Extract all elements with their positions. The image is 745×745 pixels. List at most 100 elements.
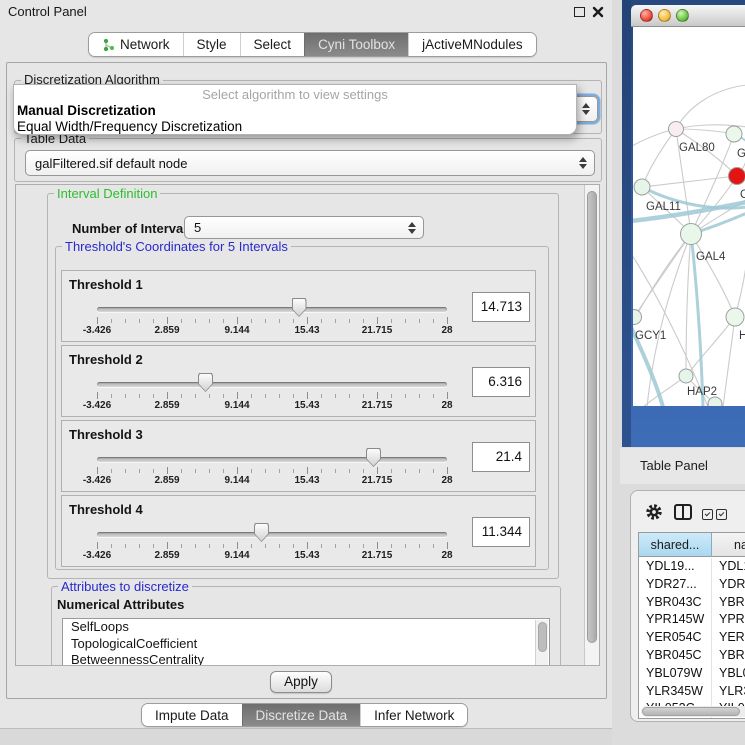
table-row[interactable]: YER054CYER0 [639, 629, 745, 647]
slider-tick [237, 542, 238, 549]
table-row[interactable]: YDL19...YDL1 [639, 558, 745, 576]
slider-track[interactable] [97, 307, 447, 312]
threshold-value-field[interactable]: 21.4 [472, 442, 530, 472]
threshold-value-field[interactable]: 11.344 [472, 517, 530, 547]
slider-tick [447, 317, 448, 324]
cell-shared-name: YBR043C [639, 594, 712, 612]
slider-track[interactable] [97, 532, 447, 537]
threshold-value-field[interactable]: 14.713 [472, 292, 530, 322]
cell-name: YBL0 [712, 665, 745, 683]
tab-cyni-toolbox[interactable]: Cyni Toolbox [304, 33, 408, 56]
tab-infer-network[interactable]: Infer Network [360, 704, 467, 726]
slider-tick [391, 394, 392, 398]
tab-label: Impute Data [155, 704, 229, 727]
slider-tick [419, 544, 420, 548]
graph-node[interactable] [634, 179, 650, 195]
zoom-traffic-light[interactable] [676, 9, 689, 22]
column-header-name[interactable]: na [712, 533, 745, 557]
slider-tick [405, 544, 406, 548]
list-item-topologicalcoefficient[interactable]: TopologicalCoefficient [63, 636, 549, 653]
graph-node[interactable] [681, 224, 702, 245]
split-view-icon[interactable] [674, 504, 692, 520]
slider-tick [293, 469, 294, 473]
table-row[interactable]: YBR043CYBR0 [639, 594, 745, 612]
network-window-titlebar[interactable] [631, 5, 745, 27]
table-row[interactable]: YPR145WYPR1 [639, 611, 745, 629]
graph-edge [633, 252, 708, 406]
checkbox-icon[interactable] [702, 509, 713, 520]
vertical-scrollbar-thumb[interactable] [587, 191, 597, 643]
horizontal-scrollbar-thumb[interactable] [642, 707, 740, 716]
list-scrollbar[interactable] [535, 620, 548, 666]
graph-node[interactable] [679, 369, 693, 383]
graph-node[interactable] [729, 168, 745, 185]
graph-node[interactable] [633, 310, 642, 325]
list-scrollbar-thumb[interactable] [538, 622, 547, 652]
column-header-shared-name[interactable]: shared... [639, 533, 712, 557]
float-window-icon[interactable] [574, 7, 585, 17]
slider-track[interactable] [97, 382, 447, 387]
gear-icon[interactable] [645, 503, 663, 521]
slider-tick [335, 394, 336, 398]
slider-thumb[interactable] [366, 448, 381, 467]
slider-thumb-face [293, 299, 306, 316]
tab-style[interactable]: Style [183, 33, 240, 56]
horizontal-scrollbar[interactable] [641, 706, 745, 717]
graph-node[interactable] [726, 308, 744, 326]
cell-name: YER0 [712, 629, 745, 647]
table-panel: shared... na YDL19...YDL1YDR27...YDR2YBR… [630, 490, 745, 722]
dropdown-hint-item[interactable]: Select algorithm to view settings [14, 87, 576, 102]
slider-tick [251, 394, 252, 398]
threshold-label: Threshold 3 [69, 427, 143, 442]
table-row[interactable]: YDR27...YDR2 [639, 576, 745, 594]
table-row[interactable]: YLR345WYLR3 [639, 683, 745, 701]
cell-name: YDR2 [712, 576, 745, 594]
tab-impute-data[interactable]: Impute Data [142, 704, 242, 726]
slider-tick [125, 394, 126, 398]
list-item-betweennesscentrality[interactable]: BetweennessCentrality [63, 652, 549, 666]
tick-label: 15.43 [294, 475, 319, 486]
threshold-box-2: Threshold 2-3.4262.8599.14415.4321.71528… [61, 345, 536, 417]
slider-tick [125, 544, 126, 548]
slider-track[interactable] [97, 457, 447, 462]
close-traffic-light[interactable] [640, 9, 653, 22]
tick-label: 28 [441, 325, 452, 336]
vertical-scrollbar[interactable] [584, 185, 599, 665]
slider-tick [223, 469, 224, 473]
slider-tick [335, 469, 336, 473]
checkbox-icon[interactable] [716, 509, 727, 520]
cell-name: YBR0 [712, 594, 745, 612]
list-item-selfloops[interactable]: SelfLoops [63, 619, 549, 636]
table-row[interactable]: YBL079WYBL0 [639, 665, 745, 683]
dropdown-option-manual-discretization[interactable]: Manual Discretization [17, 103, 156, 118]
graph-edge [686, 234, 691, 376]
close-icon[interactable] [592, 6, 604, 18]
tick-label: 9.144 [224, 550, 249, 561]
slider-tick [111, 544, 112, 548]
minimize-traffic-light[interactable] [658, 9, 671, 22]
table-data-combobox[interactable]: galFiltered.sif default node [25, 150, 595, 176]
number-of-intervals-combobox[interactable]: 5 [184, 216, 424, 239]
tab-select[interactable]: Select [240, 33, 305, 56]
slider-tick [279, 319, 280, 323]
control-panel-window: Control Panel NetworkStyleSelectCyni Too… [0, 0, 612, 745]
threshold-box-1: Threshold 1-3.4262.8599.14415.4321.71528… [61, 270, 536, 342]
graph-node[interactable] [726, 126, 742, 142]
threshold-value-field[interactable]: 6.316 [472, 367, 530, 397]
tab-jactivemnodules[interactable]: jActiveMNodules [408, 33, 536, 56]
tab-discretize-data[interactable]: Discretize Data [242, 704, 361, 726]
table-row[interactable]: YBR045CYBR0 [639, 647, 745, 665]
dropdown-option-equal-width-frequency[interactable]: Equal Width/Frequency Discretization [17, 119, 242, 134]
apply-button[interactable]: Apply [270, 671, 332, 693]
graph-node[interactable] [669, 122, 684, 137]
network-canvas[interactable]: GAL80GAGAL11CGAL4GCY1HHAP2 [633, 27, 745, 406]
tick-label: 21.715 [362, 475, 393, 486]
graph-node[interactable] [708, 397, 722, 406]
slider-thumb[interactable] [292, 298, 307, 317]
tab-network[interactable]: Network [89, 33, 183, 56]
slider-thumb[interactable] [198, 373, 213, 392]
slider-thumb[interactable] [254, 523, 269, 542]
slider-tick [363, 394, 364, 398]
tick-label: 15.43 [294, 550, 319, 561]
graph-edge [686, 317, 735, 376]
